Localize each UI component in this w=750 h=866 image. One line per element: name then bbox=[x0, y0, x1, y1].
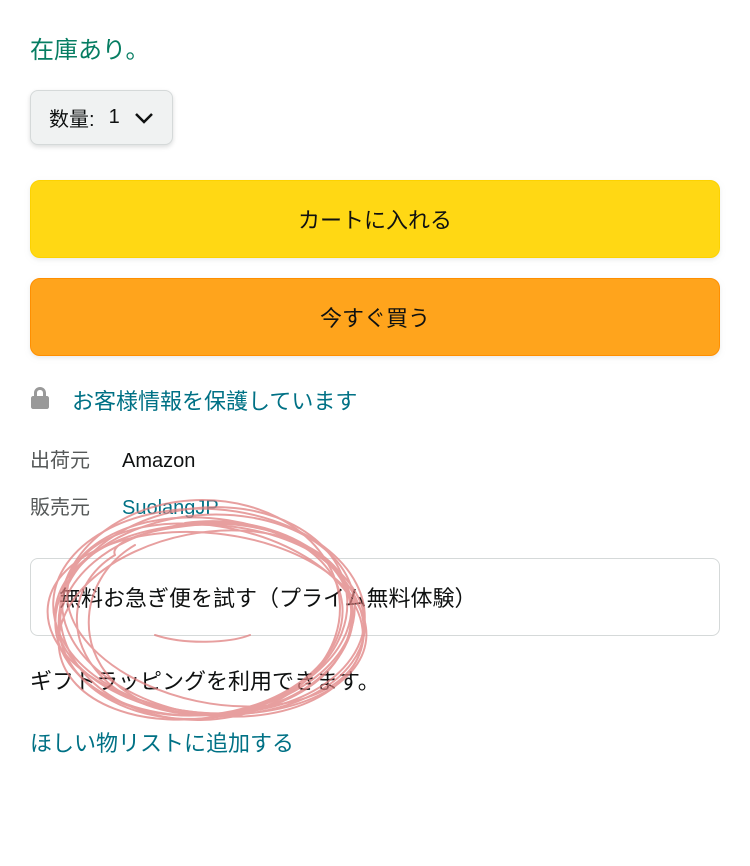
gift-wrap-text: ギフトラッピングを利用できます。 bbox=[30, 664, 720, 696]
ships-from-value: Amazon bbox=[122, 450, 195, 473]
wishlist-link[interactable]: ほしい物リストに追加する bbox=[30, 731, 294, 756]
sold-by-label: 販売元 bbox=[30, 491, 102, 520]
quantity-selector[interactable]: 数量: 1 bbox=[30, 90, 173, 145]
ships-from-row: 出荷元 Amazon bbox=[30, 444, 720, 473]
chevron-down-icon bbox=[134, 111, 154, 125]
add-to-cart-button[interactable]: カートに入れる bbox=[30, 180, 720, 258]
secure-transaction-link[interactable]: お客様情報を保護しています bbox=[72, 384, 357, 416]
sold-by-link[interactable]: SuolangJP bbox=[122, 497, 219, 520]
buy-now-button[interactable]: 今すぐ買う bbox=[30, 278, 720, 356]
quantity-value: 1 bbox=[109, 106, 120, 129]
ships-from-label: 出荷元 bbox=[30, 444, 102, 473]
prime-trial-button[interactable]: 無料お急ぎ便を試す（プライム無料体験） bbox=[30, 558, 720, 636]
quantity-label: 数量: bbox=[49, 103, 95, 132]
secure-transaction-row: お客様情報を保護しています bbox=[30, 384, 720, 416]
lock-icon bbox=[30, 386, 50, 415]
stock-status: 在庫あり。 bbox=[30, 30, 720, 65]
sold-by-row: 販売元 SuolangJP bbox=[30, 491, 720, 520]
